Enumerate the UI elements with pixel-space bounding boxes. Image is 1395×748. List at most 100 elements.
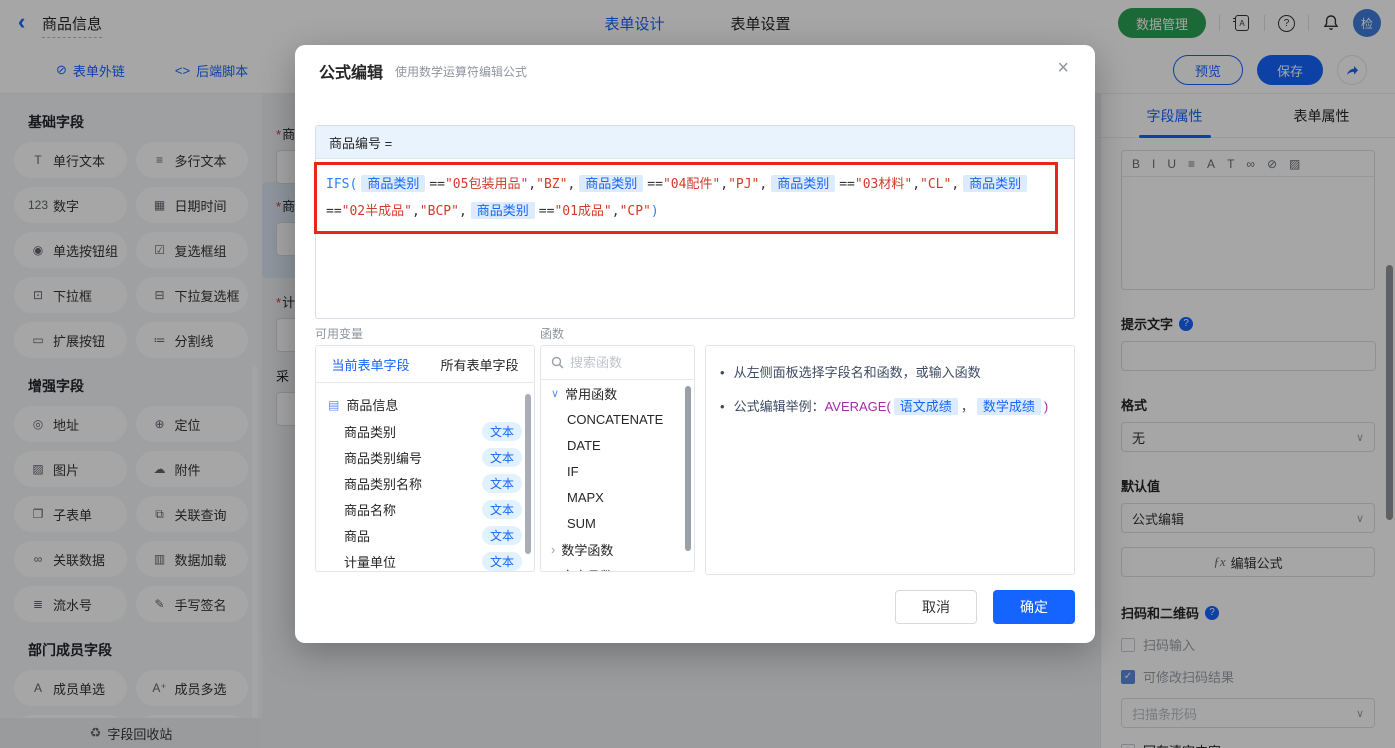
functions-scrollbar[interactable] bbox=[685, 386, 691, 551]
formula-editor-modal: 公式编辑 使用数学运算符编辑公式 × 商品编号 = IFS(商品类别=="05包… bbox=[295, 45, 1095, 643]
variable-item[interactable]: 计量单位 文本 bbox=[316, 548, 534, 572]
function-item[interactable]: IF bbox=[541, 458, 694, 484]
function-items: CONCATENATEDATEIFMAPXSUM bbox=[541, 406, 694, 536]
example-field-chip: 语文成绩 bbox=[894, 398, 958, 415]
function-group-label: 数学函数 bbox=[561, 540, 613, 559]
function-item[interactable]: MAPX bbox=[541, 484, 694, 510]
formula-token: 商品类别 bbox=[579, 175, 643, 192]
variable-item[interactable]: 商品类别名称 文本 bbox=[316, 470, 534, 496]
search-icon bbox=[551, 356, 564, 369]
formula-token: , bbox=[412, 204, 420, 219]
variables-tab[interactable]: 所有表单字段 bbox=[425, 346, 534, 382]
formula-target: 商品编号 = bbox=[316, 126, 1074, 159]
function-search-input[interactable] bbox=[570, 355, 670, 370]
variables-label: 可用变量 bbox=[315, 325, 363, 342]
variable-type-badge: 文本 bbox=[482, 422, 522, 441]
formula-token: == bbox=[647, 177, 663, 192]
example-function-open: AVERAGE( bbox=[825, 399, 891, 414]
formula-token: == bbox=[326, 204, 342, 219]
function-item[interactable]: DATE bbox=[541, 432, 694, 458]
variables-tree: ▤ 商品信息 商品类别 文本 商品类别编号 文本 商品类别 bbox=[316, 383, 534, 572]
example-function-close: ) bbox=[1044, 399, 1048, 414]
formula-token: 商品类别 bbox=[471, 202, 535, 219]
help-line-2: • 公式编辑举例：AVERAGE(语文成绩，数学成绩) bbox=[720, 396, 1060, 417]
variable-name: 计量单位 bbox=[344, 552, 482, 571]
modal-title: 公式编辑 bbox=[319, 59, 383, 83]
form-doc-icon: ▤ bbox=[328, 398, 339, 412]
formula-token: == bbox=[839, 177, 855, 192]
formula-token: "CL" bbox=[920, 177, 951, 192]
functions-panel: ∨ 常用函数 CONCATENATEDATEIFMAPXSUM › 数学函数 ›… bbox=[540, 345, 695, 572]
function-search bbox=[541, 346, 694, 380]
formula-token: 商品类别 bbox=[771, 175, 835, 192]
formula-token: , bbox=[459, 204, 467, 219]
function-group-label: 常用函数 bbox=[565, 384, 617, 403]
formula-token: ) bbox=[651, 204, 659, 219]
modal-subtitle: 使用数学运算符编辑公式 bbox=[395, 63, 527, 80]
help-line-2-text: 公式编辑举例：AVERAGE(语文成绩，数学成绩) bbox=[734, 396, 1049, 417]
variable-type-badge: 文本 bbox=[482, 526, 522, 545]
confirm-button[interactable]: 确定 bbox=[993, 590, 1075, 624]
variables-tab[interactable]: 当前表单字段 bbox=[316, 346, 425, 382]
variable-name: 商品 bbox=[344, 526, 482, 545]
variable-name: 商品类别 bbox=[344, 422, 482, 441]
function-group-common[interactable]: ∨ 常用函数 bbox=[541, 380, 694, 406]
formula-token: "05包装用品" bbox=[445, 177, 528, 192]
function-item[interactable]: SUM bbox=[541, 510, 694, 536]
formula-token: "BCP" bbox=[420, 204, 459, 219]
close-icon[interactable]: × bbox=[1057, 58, 1069, 78]
variables-tabs: 当前表单字段所有表单字段 bbox=[316, 346, 534, 383]
chevron-collapsed-icon: › bbox=[551, 568, 555, 573]
variable-items: 商品类别 文本 商品类别编号 文本 商品类别名称 文本 商品名称 bbox=[316, 418, 534, 572]
modal-header: 公式编辑 使用数学运算符编辑公式 bbox=[295, 45, 1095, 97]
variable-type-badge: 文本 bbox=[482, 474, 522, 493]
variable-item[interactable]: 商品 文本 bbox=[316, 522, 534, 548]
bullet-dot: • bbox=[720, 362, 725, 383]
cancel-button[interactable]: 取消 bbox=[895, 590, 977, 624]
formula-token: "01成品" bbox=[554, 204, 611, 219]
variables-scrollbar[interactable] bbox=[525, 394, 531, 554]
formula-token: , bbox=[612, 204, 620, 219]
function-group-label: 文本函数 bbox=[561, 566, 613, 573]
help-line-1-text: 从左侧面板选择字段名和函数，或输入函数 bbox=[734, 362, 981, 383]
variables-panel: 当前表单字段所有表单字段 ▤ 商品信息 商品类别 文本 商品类别编号 文本 bbox=[315, 345, 535, 572]
formula-token: "PJ" bbox=[728, 177, 759, 192]
formula-token: , bbox=[567, 177, 575, 192]
formula-box: 商品编号 = IFS(商品类别=="05包装用品","BZ",商品类别=="04… bbox=[315, 125, 1075, 319]
formula-token: , bbox=[528, 177, 536, 192]
formula-token: "CP" bbox=[620, 204, 651, 219]
formula-input[interactable]: IFS(商品类别=="05包装用品","BZ",商品类别=="04配件","PJ… bbox=[314, 162, 1058, 234]
formula-token: IFS( bbox=[326, 177, 357, 192]
function-group-math[interactable]: › 数学函数 bbox=[541, 536, 694, 562]
formula-token: == bbox=[539, 204, 555, 219]
variable-item[interactable]: 商品名称 文本 bbox=[316, 496, 534, 522]
formula-token: "02半成品" bbox=[342, 204, 412, 219]
formula-token: 商品类别 bbox=[361, 175, 425, 192]
variable-item[interactable]: 商品类别编号 文本 bbox=[316, 444, 534, 470]
formula-help-panel: • 从左侧面板选择字段名和函数，或输入函数 • 公式编辑举例：AVERAGE(语… bbox=[705, 345, 1075, 575]
chevron-expanded-icon: ∨ bbox=[551, 387, 559, 400]
variable-name: 商品名称 bbox=[344, 500, 482, 519]
formula-token: 商品类别 bbox=[963, 175, 1027, 192]
formula-token: , bbox=[720, 177, 728, 192]
functions-label: 函数 bbox=[540, 325, 564, 342]
formula-token: , bbox=[912, 177, 920, 192]
help-line-1: • 从左侧面板选择字段名和函数，或输入函数 bbox=[720, 362, 1060, 383]
form-root-label: 商品信息 bbox=[346, 395, 398, 414]
formula-token: , bbox=[951, 177, 959, 192]
variable-item[interactable]: 商品类别 文本 bbox=[316, 418, 534, 444]
example-field-chip: 数学成绩 bbox=[977, 398, 1041, 415]
form-root-node[interactable]: ▤ 商品信息 bbox=[316, 391, 534, 418]
page-scrollbar[interactable] bbox=[1386, 265, 1393, 520]
variable-type-badge: 文本 bbox=[482, 552, 522, 571]
formula-token: "03材料" bbox=[855, 177, 912, 192]
bullet-dot: • bbox=[720, 396, 725, 417]
function-group-text[interactable]: › 文本函数 bbox=[541, 562, 694, 572]
variable-type-badge: 文本 bbox=[482, 500, 522, 519]
variable-type-badge: 文本 bbox=[482, 448, 522, 467]
chevron-collapsed-icon: › bbox=[551, 542, 555, 557]
formula-token: == bbox=[429, 177, 445, 192]
function-item[interactable]: CONCATENATE bbox=[541, 406, 694, 432]
formula-token: "04配件" bbox=[663, 177, 720, 192]
formula-token: "BZ" bbox=[536, 177, 567, 192]
